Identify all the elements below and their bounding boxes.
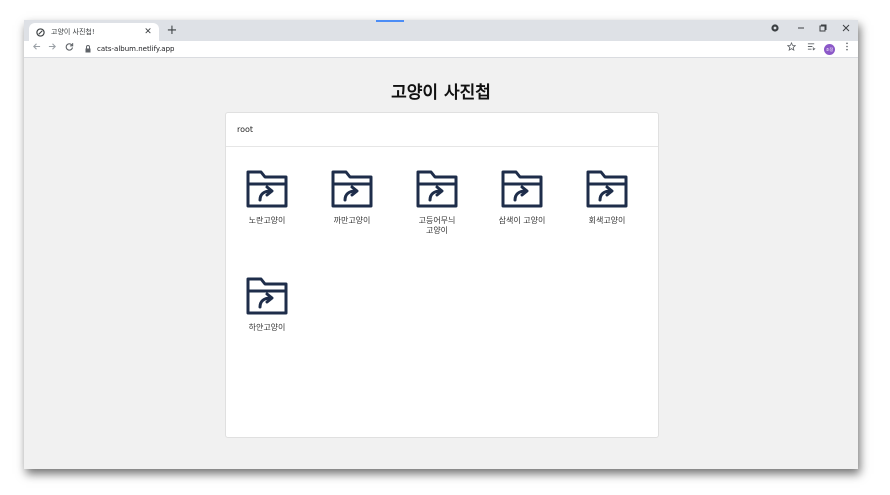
node-directory[interactable]: 노란고양이: [232, 168, 302, 226]
folder-shortcut-icon: [246, 277, 288, 315]
node-directory[interactable]: 까만고양이: [317, 168, 387, 226]
tab-strip: 고양이 사진첩! ✕ +: [24, 20, 858, 41]
tab-close-icon[interactable]: ✕: [141, 25, 155, 39]
bookmark-star-icon[interactable]: [784, 41, 798, 56]
reload-icon[interactable]: [62, 42, 76, 56]
breadcrumb: root: [226, 113, 658, 147]
node-name: 고등어무늬 고양이: [418, 216, 456, 235]
lock-icon: [84, 44, 92, 54]
close-window-icon[interactable]: [837, 22, 855, 38]
breadcrumb-item-root[interactable]: root: [237, 125, 253, 134]
globe-icon: [35, 27, 45, 37]
page-content: 고양이 사진첩 root 노란고양이 까만고양이 고등어무늬 고양이 삼색이 고…: [24, 58, 858, 469]
restore-icon[interactable]: [814, 22, 832, 38]
omnibox[interactable]: cats-album.netlify.app: [84, 42, 784, 56]
menu-dots-icon[interactable]: [840, 42, 854, 56]
node-directory[interactable]: 삼색이 고양이: [487, 168, 557, 226]
minimize-icon[interactable]: [792, 22, 810, 38]
folder-shortcut-icon: [501, 170, 543, 208]
node-directory[interactable]: 하얀고양이: [232, 275, 302, 333]
page-title: 고양이 사진첩: [391, 83, 491, 103]
folder-shortcut-icon: [416, 170, 458, 208]
node-directory[interactable]: 회색고양이: [572, 168, 642, 226]
tab-title: 고양이 사진첩!: [51, 28, 95, 36]
address-toolbar: cats-album.netlify.app 조정: [24, 41, 858, 58]
node-name: 삼색이 고양이: [498, 216, 546, 225]
new-tab-button[interactable]: +: [164, 23, 180, 39]
loading-indicator: [376, 20, 404, 22]
avatar[interactable]: 조정: [824, 44, 835, 55]
node-directory[interactable]: 고등어무늬 고양이: [402, 168, 472, 236]
folder-shortcut-icon: [246, 170, 288, 208]
folder-shortcut-icon: [586, 170, 628, 208]
album-card: root 노란고양이 까만고양이 고등어무늬 고양이 삼색이 고양이 회색고양이…: [225, 112, 659, 438]
browser-window: 고양이 사진첩! ✕ + cats-album.netlify.app 조정 고…: [24, 20, 858, 469]
url-text: cats-album.netlify.app: [97, 45, 175, 53]
node-name: 노란고양이: [248, 216, 286, 225]
forward-arrow-icon[interactable]: [45, 42, 59, 56]
profile-indicator-icon[interactable]: [766, 22, 784, 38]
node-name: 까만고양이: [333, 216, 371, 225]
folder-shortcut-icon: [331, 170, 373, 208]
node-name: 회색고양이: [588, 216, 626, 225]
back-arrow-icon[interactable]: [29, 42, 43, 56]
reading-list-icon[interactable]: [804, 42, 818, 56]
node-name: 하얀고양이: [248, 323, 286, 332]
tab-active[interactable]: 고양이 사진첩! ✕: [29, 23, 159, 41]
